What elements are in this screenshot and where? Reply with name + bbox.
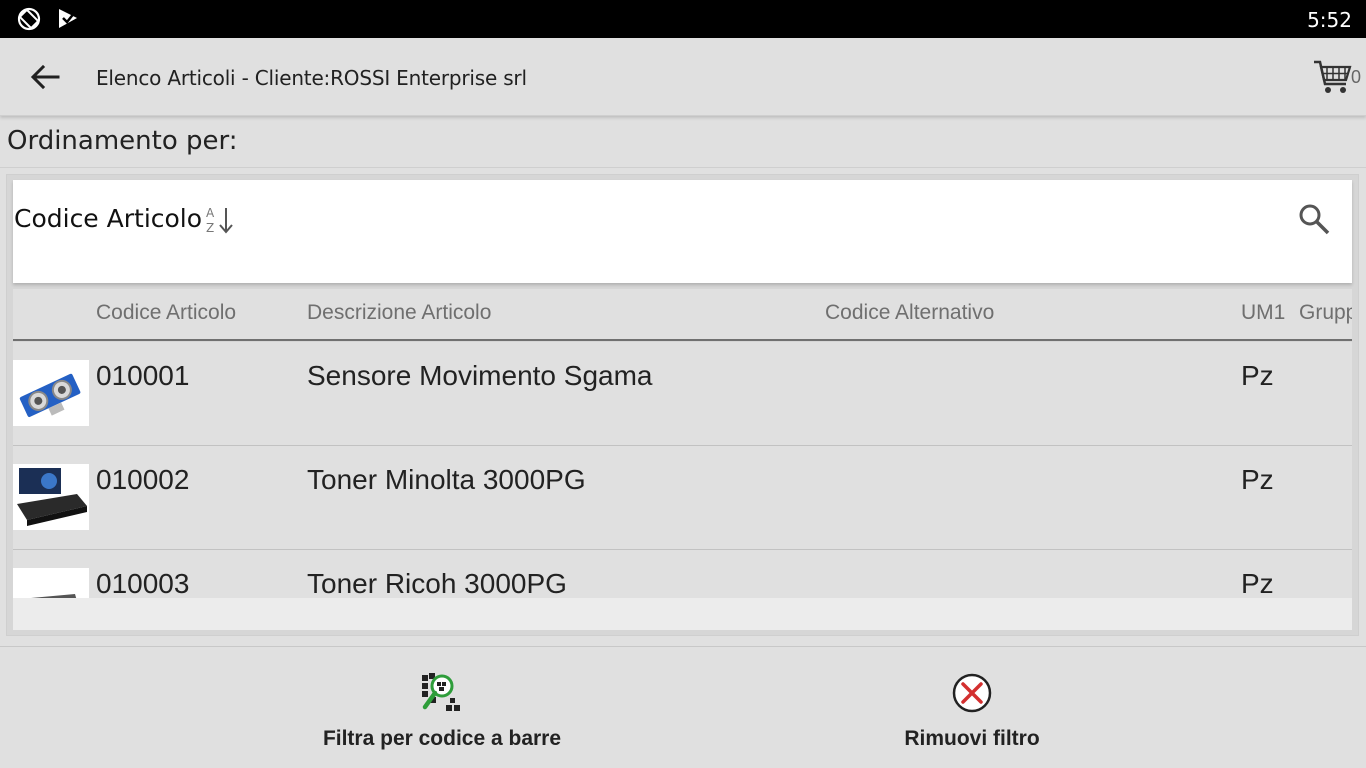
filter-barcode-button[interactable]: Filtra per codice a barre [300, 647, 584, 768]
page-title: Elenco Articoli - Cliente:ROSSI Enterpri… [96, 66, 527, 90]
column-header-group[interactable]: Grupp [1299, 301, 1352, 325]
search-icon[interactable] [1297, 202, 1331, 236]
horizontal-scrollbar[interactable] [13, 598, 1352, 630]
sort-search-box[interactable]: Codice Articolo A Z [13, 180, 1352, 283]
article-description: Sensore Movimento Sgama [307, 360, 653, 391]
article-description: Toner Minolta 3000PG [307, 464, 586, 495]
bottom-action-bar: Filtra per codice a barre Rimuovi filtro [0, 646, 1366, 768]
table-row[interactable]: 010001 Sensore Movimento Sgama Pz [13, 342, 1352, 446]
product-image-sensor [13, 360, 89, 426]
app-notification-icon [59, 9, 77, 28]
status-bar: 5:52 [0, 0, 1366, 38]
app-bar: Elenco Articoli - Cliente:ROSSI Enterpri… [0, 38, 1366, 116]
sort-by-label: Ordinamento per: [7, 126, 238, 156]
product-image-toner [13, 464, 89, 530]
column-header-description[interactable]: Descrizione Articolo [307, 301, 491, 325]
article-code: 010002 [96, 464, 190, 495]
sort-field-selector[interactable]: Codice Articolo [14, 204, 202, 233]
table-header: Codice Articolo Descrizione Articolo Cod… [13, 289, 1352, 341]
clock: 5:52 [1307, 8, 1352, 32]
article-um: Pz [1241, 464, 1274, 495]
sort-az-icon[interactable]: A Z [203, 204, 235, 236]
column-header-code[interactable]: Codice Articolo [96, 301, 236, 325]
cart-icon[interactable] [1312, 58, 1352, 96]
table-row[interactable]: 010002 Toner Minolta 3000PG Pz [13, 446, 1352, 550]
column-header-alt-code[interactable]: Codice Alternativo [825, 301, 994, 325]
rotation-icon [17, 7, 41, 31]
article-um: Pz [1241, 568, 1274, 598]
remove-filter-button[interactable]: Rimuovi filtro [860, 647, 1084, 768]
remove-filter-icon [952, 673, 992, 713]
svg-text:Z: Z [206, 221, 214, 235]
column-header-um1[interactable]: UM1 [1241, 301, 1285, 325]
article-code: 010003 [96, 568, 190, 598]
filter-barcode-label: Filtra per codice a barre [322, 727, 562, 750]
divider [0, 167, 1366, 168]
product-image-toner [13, 568, 89, 598]
cart-count: 0 [1351, 67, 1362, 87]
article-code: 010001 [96, 360, 190, 391]
remove-filter-label: Rimuovi filtro [904, 727, 1040, 750]
barcode-search-icon [422, 673, 460, 711]
article-list: 010001 Sensore Movimento Sgama Pz 010002… [13, 342, 1352, 598]
article-um: Pz [1241, 360, 1274, 391]
svg-text:A: A [206, 206, 215, 220]
article-description: Toner Ricoh 3000PG [307, 568, 567, 598]
table-row[interactable]: 010003 Toner Ricoh 3000PG Pz [13, 550, 1352, 598]
back-arrow-icon[interactable] [28, 62, 62, 92]
